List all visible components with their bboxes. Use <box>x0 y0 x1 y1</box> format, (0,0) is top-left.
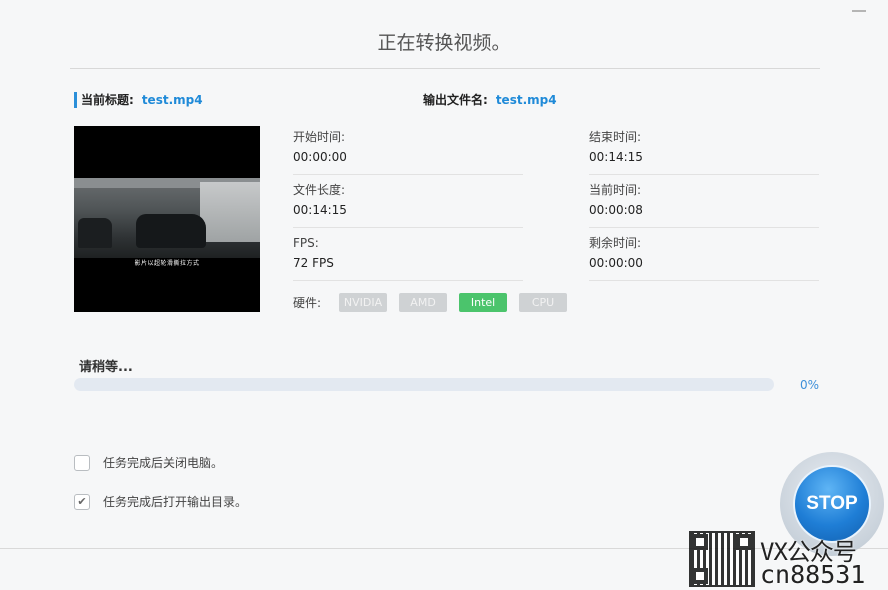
file-length-value: 00:14:15 <box>293 203 347 217</box>
minimize-button[interactable] <box>852 10 866 12</box>
hardware-nvidia-button[interactable]: NVIDIA <box>339 293 388 312</box>
hardware-intel-button[interactable]: Intel <box>459 293 508 312</box>
output-filename: 输出文件名: test.mp4 <box>423 92 557 108</box>
current-title: 当前标题: test.mp4 <box>74 92 203 108</box>
open-output-label: 任务完成后打开输出目录。 <box>103 495 248 509</box>
progress-status: 请稍等... <box>79 360 133 375</box>
output-filename-label: 输出文件名: <box>423 93 488 107</box>
shutdown-option[interactable]: 任务完成后关闭电脑。 <box>74 454 223 471</box>
start-time-block: 开始时间: 00:00:00 <box>293 129 523 175</box>
start-time-label: 开始时间: <box>293 130 346 144</box>
open-output-option[interactable]: ✔ 任务完成后打开输出目录。 <box>74 493 247 510</box>
end-time-label: 结束时间: <box>589 130 642 144</box>
current-title-value: test.mp4 <box>141 93 203 107</box>
watermark-line-2: cn88531 <box>760 560 866 589</box>
current-time-block: 当前时间: 00:00:08 <box>589 182 819 228</box>
current-title-label: 当前标题: <box>81 93 134 107</box>
progress-bar <box>74 378 774 391</box>
end-time-value: 00:14:15 <box>589 150 643 164</box>
shutdown-checkbox[interactable] <box>74 454 90 471</box>
file-length-block: 文件长度: 00:14:15 <box>293 182 523 228</box>
file-length-label: 文件长度: <box>293 183 346 197</box>
preview-car <box>136 214 206 248</box>
output-filename-value: test.mp4 <box>495 93 557 107</box>
start-time-value: 00:00:00 <box>293 150 347 164</box>
open-output-checkbox[interactable]: ✔ <box>74 493 90 510</box>
current-time-label: 当前时间: <box>589 183 642 197</box>
end-time-block: 结束时间: 00:14:15 <box>589 129 819 175</box>
qr-code-icon <box>689 531 755 587</box>
progress-percent: 0% <box>800 378 820 392</box>
remaining-time-block: 剩余时间: 00:00:00 <box>589 235 819 281</box>
header-divider <box>70 68 820 69</box>
hardware-selector: 硬件: NVIDIA AMD Intel CPU <box>293 293 579 312</box>
fps-label: FPS: <box>293 236 319 250</box>
fps-block: FPS: 72 FPS <box>293 235 523 281</box>
current-time-value: 00:00:08 <box>589 203 643 217</box>
remaining-time-value: 00:00:00 <box>589 256 643 270</box>
hardware-amd-button[interactable]: AMD <box>399 293 448 312</box>
remaining-time-label: 剩余时间: <box>589 236 642 250</box>
hardware-label: 硬件: <box>293 296 322 310</box>
hardware-cpu-button[interactable]: CPU <box>519 293 568 312</box>
page-title: 正在转换视频。 <box>377 32 511 54</box>
fps-value: 72 FPS <box>293 256 334 270</box>
preview-subtitle: 影片以超轮滑撕拉方式 <box>134 260 200 267</box>
video-preview: 影片以超轮滑撕拉方式 <box>74 126 260 312</box>
shutdown-label: 任务完成后关闭电脑。 <box>103 456 224 470</box>
